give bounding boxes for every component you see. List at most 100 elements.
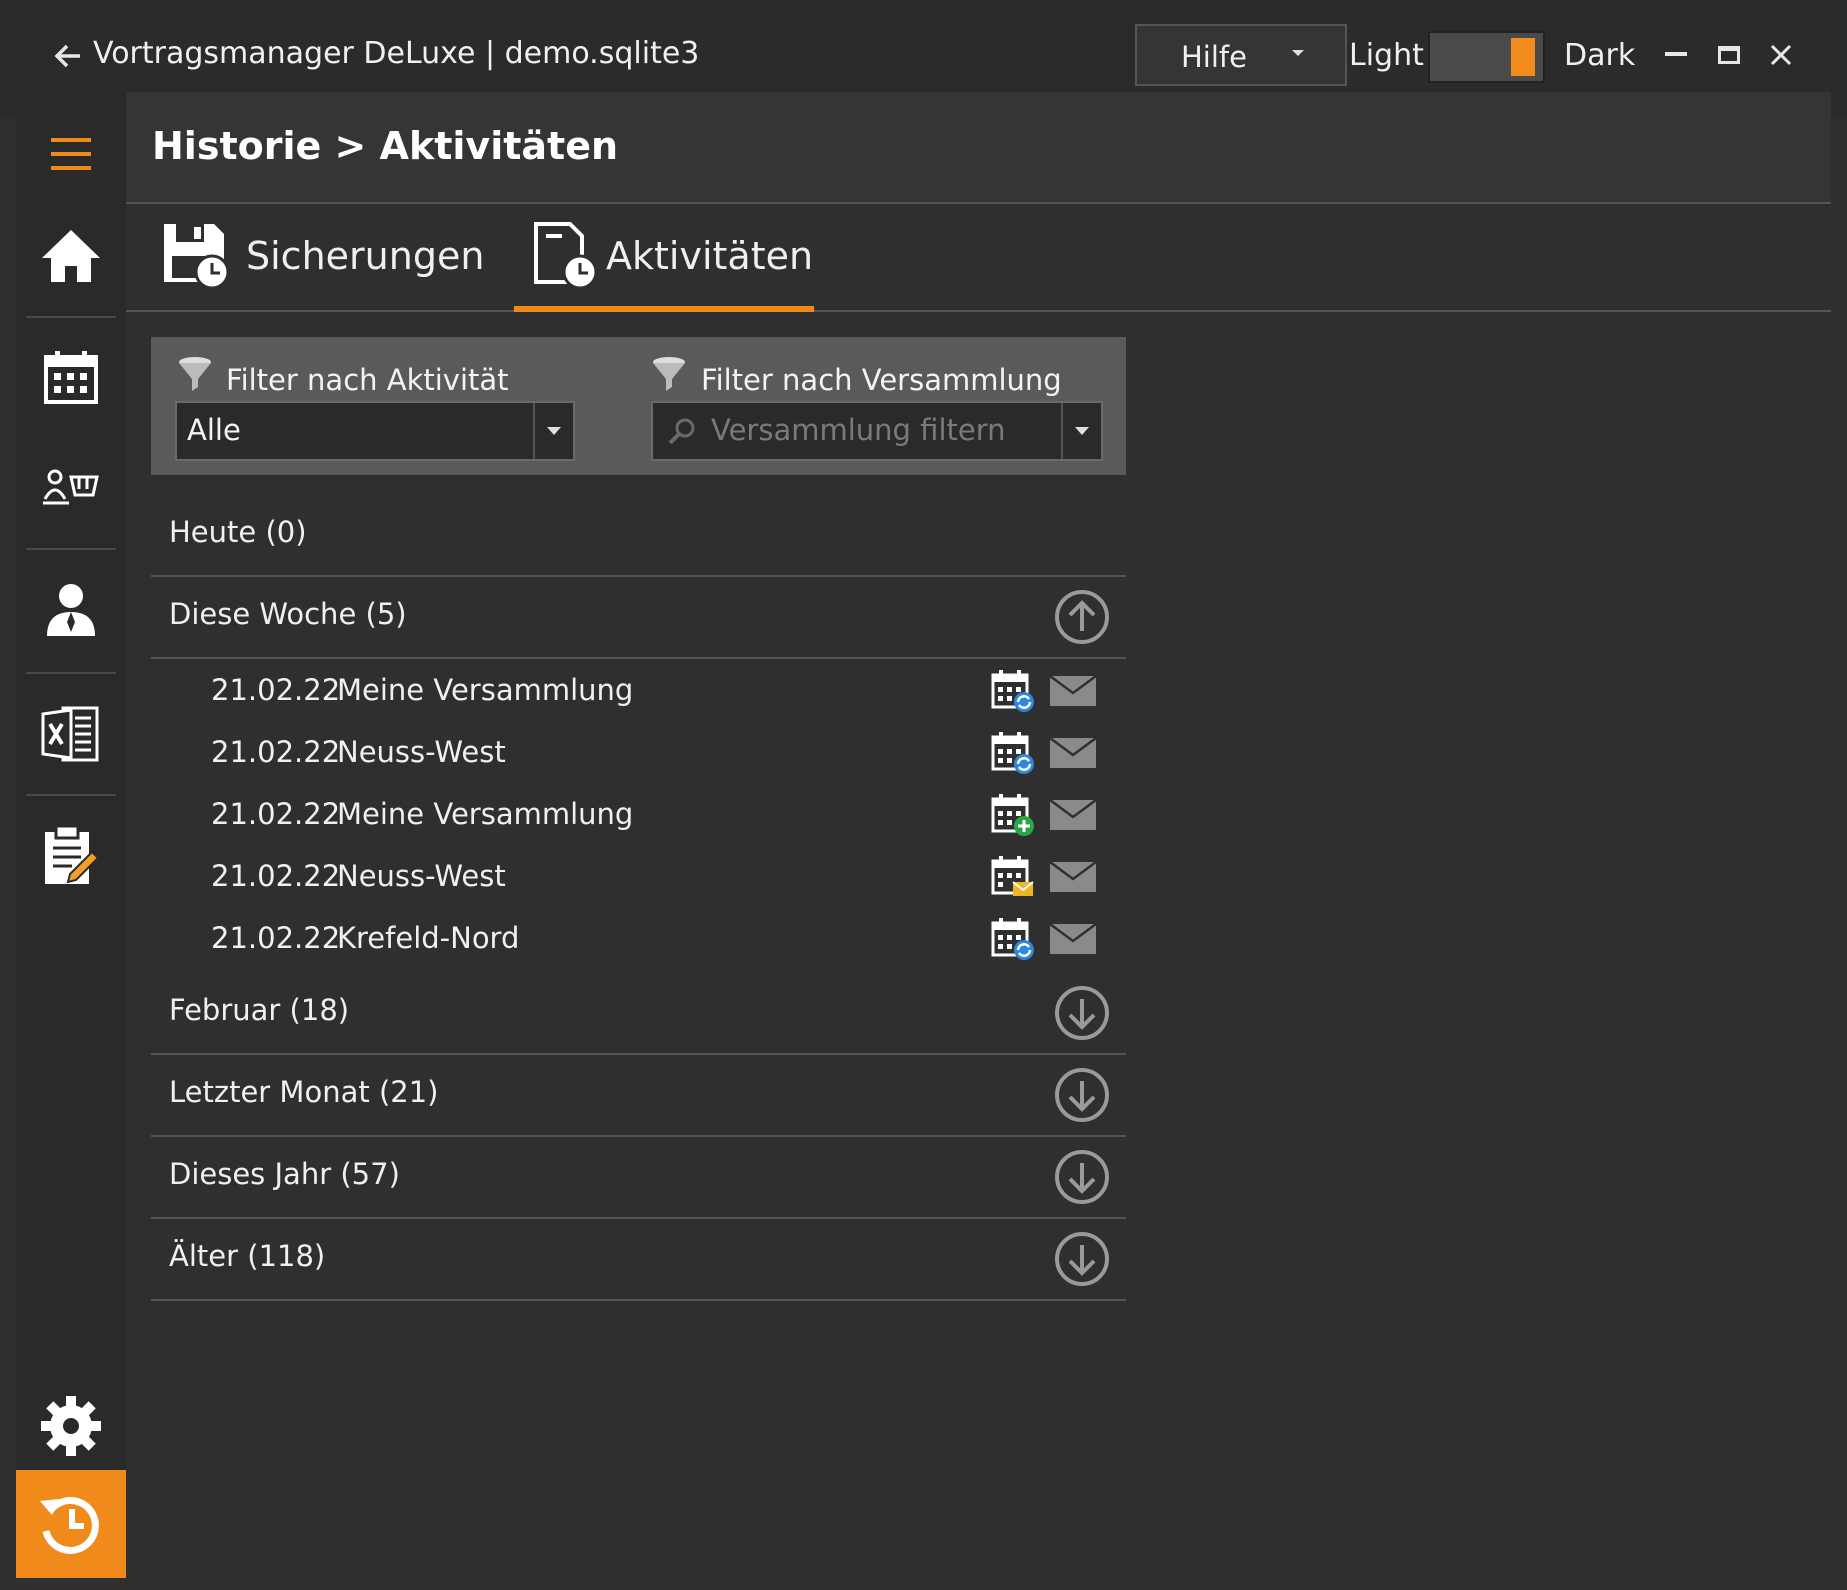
- activity-row[interactable]: 21.02.22 Krefeld-Nord: [151, 909, 1126, 971]
- calendar-sync-icon: [991, 918, 1034, 960]
- activity-date: 21.02.22: [211, 735, 341, 769]
- nav-reports-button[interactable]: [16, 808, 126, 904]
- activity-filter-dropdown-button[interactable]: [533, 403, 573, 459]
- maximize-icon[interactable]: [1718, 46, 1740, 64]
- minimize-icon[interactable]: [1665, 52, 1687, 56]
- group-title: Heute (0): [169, 515, 307, 549]
- mail-icon[interactable]: [1049, 737, 1097, 769]
- mail-icon[interactable]: [1049, 675, 1097, 707]
- breadcrumb: Historie > Aktivitäten: [152, 124, 619, 168]
- tab-bar: Sicherungen Aktivitäten: [126, 204, 1831, 312]
- activity-row[interactable]: 21.02.22 Neuss-West: [151, 723, 1126, 785]
- app-window: Vortragsmanager DeLuxe | demo.sqlite3 Hi…: [0, 0, 1847, 1590]
- help-menu-button[interactable]: Hilfe: [1135, 24, 1347, 86]
- history-icon: [40, 1496, 99, 1554]
- calendar-add-icon: [991, 794, 1034, 836]
- filter-panel: Filter nach Aktivität Alle Filter nach V…: [151, 337, 1126, 475]
- nav-separator: [26, 672, 116, 674]
- activity-date: 21.02.22: [211, 921, 341, 955]
- search-icon: [668, 418, 695, 445]
- nav-home-button[interactable]: [16, 214, 126, 298]
- window-title: Vortragsmanager DeLuxe | demo.sqlite3: [93, 36, 700, 71]
- collapse-up-icon[interactable]: [1054, 589, 1110, 645]
- help-menu-label: Hilfe: [1181, 40, 1247, 74]
- speakers-icon: [43, 469, 99, 505]
- activity-filter-select[interactable]: Alle: [175, 401, 575, 461]
- side-navigation: [16, 92, 126, 1578]
- calendar-sync-icon: [991, 670, 1034, 712]
- theme-light-label: Light: [1349, 38, 1424, 73]
- activity-date: 21.02.22: [211, 859, 341, 893]
- nav-history-button[interactable]: [16, 1470, 126, 1578]
- nav-separator: [26, 316, 116, 318]
- settings-gear-icon: [41, 1396, 101, 1456]
- group-this-year[interactable]: Dieses Jahr (57): [151, 1137, 1126, 1219]
- congregation-filter-label: Filter nach Versammlung: [701, 363, 1062, 397]
- chevron-down-icon: [1292, 50, 1304, 56]
- group-this-week[interactable]: Diese Woche (5): [151, 577, 1126, 659]
- activity-filter-value: Alle: [187, 413, 241, 447]
- tab-backups-label: Sicherungen: [246, 234, 485, 278]
- chevron-down-icon: [1075, 427, 1089, 435]
- expand-down-icon[interactable]: [1054, 1149, 1110, 1205]
- group-title: Dieses Jahr (57): [169, 1157, 400, 1191]
- page-header: Historie > Aktivitäten: [126, 92, 1831, 204]
- activity-congregation: Meine Versammlung: [337, 673, 634, 707]
- home-icon: [42, 230, 100, 282]
- activity-row[interactable]: 21.02.22 Neuss-West: [151, 847, 1126, 909]
- activity-congregation: Meine Versammlung: [337, 797, 634, 831]
- activity-date: 21.02.22: [211, 673, 341, 707]
- tab-activities-label: Aktivitäten: [606, 234, 814, 278]
- funnel-icon: [653, 357, 685, 391]
- expand-down-icon[interactable]: [1054, 985, 1110, 1041]
- group-today: Heute (0): [151, 495, 1126, 577]
- activity-row[interactable]: 21.02.22 Meine Versammlung: [151, 785, 1126, 847]
- save-history-icon: [164, 224, 230, 290]
- person-icon: [47, 584, 95, 636]
- expand-down-icon[interactable]: [1054, 1231, 1110, 1287]
- nav-person-button[interactable]: [16, 562, 126, 658]
- group-last-month[interactable]: Letzter Monat (21): [151, 1055, 1126, 1137]
- group-title: Diese Woche (5): [169, 597, 407, 631]
- chevron-down-icon: [547, 427, 561, 435]
- nav-excel-button[interactable]: [16, 686, 126, 782]
- mail-icon[interactable]: [1049, 861, 1097, 893]
- document-history-icon: [534, 222, 598, 290]
- active-tab-indicator: [514, 306, 814, 312]
- group-title: Älter (118): [169, 1239, 326, 1273]
- hamburger-menu-icon: [51, 138, 91, 170]
- group-february[interactable]: Februar (18): [151, 973, 1126, 1055]
- calendar-sync-icon: [991, 732, 1034, 774]
- nav-separator: [26, 794, 116, 796]
- nav-speakers-button[interactable]: [16, 442, 126, 532]
- funnel-icon: [179, 357, 211, 391]
- calendar-mail-icon: [991, 856, 1034, 896]
- group-older[interactable]: Älter (118): [151, 1219, 1126, 1301]
- congregation-filter-placeholder: Versammlung filtern: [711, 413, 1006, 447]
- group-title: Letzter Monat (21): [169, 1075, 439, 1109]
- activity-congregation: Neuss-West: [337, 859, 506, 893]
- back-arrow-icon[interactable]: [50, 38, 86, 74]
- activity-congregation: Krefeld-Nord: [337, 921, 520, 955]
- nav-menu-button[interactable]: [16, 112, 126, 196]
- activity-row[interactable]: 21.02.22 Meine Versammlung: [151, 661, 1126, 723]
- tab-activities[interactable]: Aktivitäten: [514, 204, 814, 312]
- mail-icon[interactable]: [1049, 799, 1097, 831]
- activity-congregation: Neuss-West: [337, 735, 506, 769]
- activity-date: 21.02.22: [211, 797, 341, 831]
- toggle-knob: [1511, 38, 1535, 76]
- tab-backups[interactable]: Sicherungen: [162, 204, 484, 310]
- group-title: Februar (18): [169, 993, 350, 1027]
- congregation-filter-combobox[interactable]: Versammlung filtern: [651, 401, 1103, 461]
- mail-icon[interactable]: [1049, 923, 1097, 955]
- clipboard-icon: [45, 824, 100, 884]
- theme-toggle[interactable]: [1428, 31, 1545, 83]
- activity-filter-label: Filter nach Aktivität: [226, 363, 509, 397]
- nav-settings-button[interactable]: [16, 1378, 126, 1474]
- congregation-filter-dropdown-button[interactable]: [1061, 403, 1101, 459]
- expand-down-icon[interactable]: [1054, 1067, 1110, 1123]
- nav-calendar-button[interactable]: [16, 332, 126, 422]
- excel-icon: [41, 706, 99, 762]
- calendar-icon: [44, 351, 98, 404]
- close-icon[interactable]: [1768, 42, 1794, 68]
